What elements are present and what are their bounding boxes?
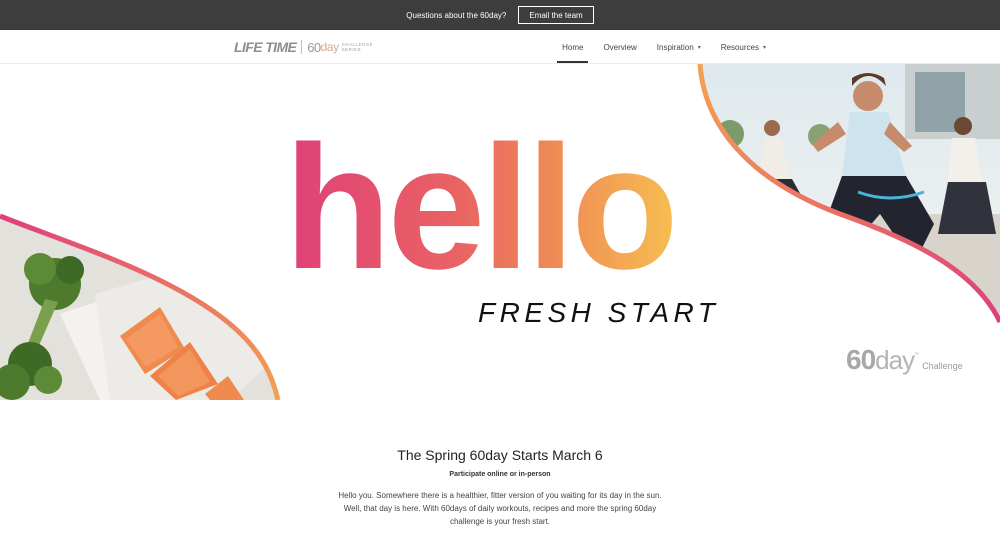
intro-subtitle: Participate online or in-person xyxy=(449,471,551,478)
intro-title: The Spring 60day Starts March 6 xyxy=(397,447,603,463)
60day-challenge-badge: 60 day ™ Challenge xyxy=(846,344,963,375)
hero-banner: hello FRESH START 60 day ™ Challenge xyxy=(0,64,1000,400)
main-nav: LIFE TIME 60 day CHALLENGE SERIES Home O… xyxy=(0,30,1000,64)
nav-item-home[interactable]: Home xyxy=(557,30,589,64)
nav-item-resources[interactable]: Resources ▾ xyxy=(716,30,771,64)
nav-item-label: Overview xyxy=(603,42,637,52)
logo-series: SERIES xyxy=(341,47,362,52)
logo-subtitle: CHALLENGE SERIES xyxy=(342,42,373,52)
badge-number: 60 xyxy=(846,344,876,375)
hero-tagline: FRESH START xyxy=(478,297,720,328)
life-time-60day-logo[interactable]: LIFE TIME 60 day CHALLENGE SERIES xyxy=(234,39,373,55)
chevron-down-icon: ▾ xyxy=(697,44,701,51)
announcement-bar: Questions about the 60day? Email the tea… xyxy=(0,0,1000,30)
badge-label: Challenge xyxy=(922,361,963,371)
intro-body: Hello you. Somewhere there is a healthie… xyxy=(338,491,662,526)
chevron-down-icon: ▾ xyxy=(762,44,766,51)
logo-sixty: 60 xyxy=(307,39,321,55)
hero-headline: hello xyxy=(284,110,679,306)
logo-divider xyxy=(301,40,303,54)
intro-section: The Spring 60day Starts March 6 Particip… xyxy=(0,400,1000,554)
fitness-class-photo xyxy=(700,64,1000,322)
email-team-button[interactable]: Email the team xyxy=(518,6,594,24)
nav-item-label: Home xyxy=(562,42,584,52)
logo-day: day xyxy=(320,40,340,54)
nav-item-label: Inspiration xyxy=(656,42,694,52)
logo-brand: LIFE TIME xyxy=(234,39,297,55)
badge-word: day xyxy=(875,345,915,375)
nav-item-overview[interactable]: Overview xyxy=(598,30,641,64)
announcement-text: Questions about the 60day? xyxy=(406,10,507,20)
badge-trademark: ™ xyxy=(914,352,920,358)
nav-item-label: Resources xyxy=(720,42,759,52)
nav-menu: Home Overview Inspiration ▾ Resources ▾ xyxy=(547,30,771,64)
nav-item-inspiration[interactable]: Inspiration ▾ xyxy=(652,30,706,64)
